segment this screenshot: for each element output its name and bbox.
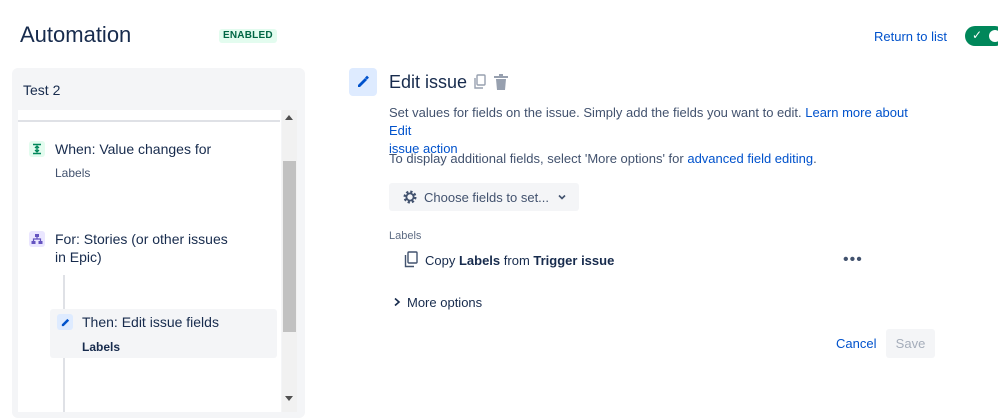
branch-title-line-1[interactable]: For: Stories (or other issues	[55, 230, 228, 248]
scrollbar-thumb[interactable]	[283, 161, 296, 332]
chevron-right-icon	[393, 295, 401, 310]
description-2: To display additional fields, select 'Mo…	[389, 150, 949, 168]
gear-icon	[402, 189, 418, 205]
more-actions-icon[interactable]: •••	[843, 251, 863, 269]
choose-fields-label: Choose fields to set...	[424, 189, 550, 205]
field-label: Labels	[389, 230, 422, 242]
trash-icon[interactable]	[493, 73, 509, 96]
check-icon: ✓	[972, 28, 983, 42]
more-options-label: More options	[407, 295, 483, 310]
copy-field: Labels	[458, 253, 501, 268]
scroll-down-arrow-icon[interactable]	[285, 396, 293, 401]
rule-enabled-toggle[interactable]: ✓	[965, 26, 998, 46]
description-2-text: To display additional fields, select 'Mo…	[389, 151, 688, 166]
return-to-list-link[interactable]: Return to list	[874, 29, 947, 44]
action-subtitle: Labels	[82, 340, 121, 354]
copy-prefix: Copy	[425, 253, 459, 268]
copy-middle: from	[500, 253, 534, 268]
status-badge: ENABLED	[219, 29, 277, 43]
rule-name: Test 2	[23, 82, 61, 98]
advanced-field-editing-link[interactable]: advanced field editing	[687, 151, 813, 166]
copy-icon	[404, 251, 418, 273]
pencil-icon	[57, 314, 73, 330]
duplicate-icon[interactable]	[473, 74, 487, 95]
scroll-up-arrow-icon[interactable]	[285, 115, 293, 120]
trigger-subtitle: Labels	[55, 166, 91, 180]
branch-title-line-2[interactable]: in Epic)	[55, 248, 102, 266]
more-options-toggle[interactable]: More options	[393, 295, 482, 310]
description-1-text: Set values for fields on the issue. Simp…	[389, 105, 806, 120]
divider	[18, 120, 280, 122]
save-button[interactable]: Save	[886, 329, 935, 358]
trigger-title[interactable]: When: Value changes for	[55, 140, 211, 158]
edit-pencil-icon	[349, 68, 377, 96]
chevron-down-icon	[557, 192, 567, 202]
page-title: Automation	[20, 22, 132, 47]
toggle-knob	[989, 30, 998, 42]
panel-title: Edit issue	[389, 72, 468, 92]
cancel-button[interactable]: Cancel	[830, 331, 882, 357]
choose-fields-button[interactable]: Choose fields to set...	[389, 183, 579, 211]
copy-value-row: Copy Labels from Trigger issue	[425, 253, 614, 268]
description-2-end: .	[813, 151, 817, 166]
copy-source: Trigger issue	[533, 253, 615, 268]
branch-connector-lower	[63, 360, 65, 412]
branch-icon	[29, 231, 45, 247]
trigger-icon	[29, 141, 45, 157]
action-title[interactable]: Then: Edit issue fields	[82, 313, 219, 331]
